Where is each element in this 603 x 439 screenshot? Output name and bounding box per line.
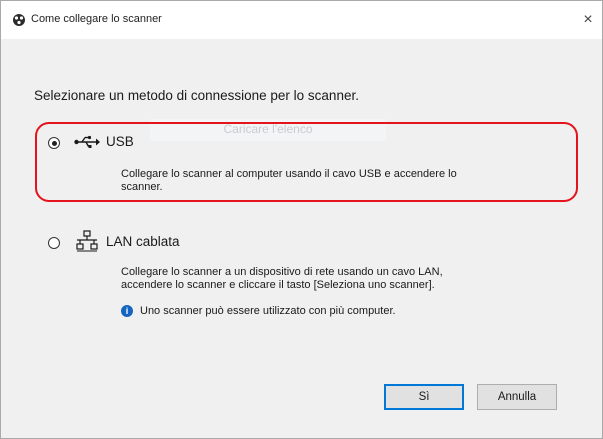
info-icon: i xyxy=(121,305,133,317)
option-lan-desc-line: accendere lo scanner e cliccare il tasto… xyxy=(121,279,435,291)
option-usb-desc-line: scanner. xyxy=(121,181,163,193)
scanner-app-icon xyxy=(13,14,25,26)
title-bar: Come collegare lo scanner × xyxy=(1,1,602,39)
yes-button[interactable]: Sì xyxy=(384,384,464,410)
radio-usb[interactable] xyxy=(48,137,60,149)
cancel-button[interactable]: Annulla xyxy=(477,384,557,410)
close-icon: × xyxy=(583,11,593,28)
option-usb-label: USB xyxy=(106,134,134,149)
option-usb-description: Collegare lo scanner al computer usando … xyxy=(121,168,561,194)
info-text: Uno scanner può essere utilizzato con pi… xyxy=(140,305,396,317)
network-icon xyxy=(76,230,98,252)
radio-lan[interactable] xyxy=(48,237,60,249)
option-lan-description: Collegare lo scanner a un dispositivo di… xyxy=(121,266,561,292)
instruction-text: Selezionare un metodo di connessione per… xyxy=(34,88,359,103)
option-usb-desc-line: Collegare lo scanner al computer usando … xyxy=(121,168,457,180)
usb-icon xyxy=(74,135,100,148)
option-lan-desc-line: Collegare lo scanner a un dispositivo di… xyxy=(121,266,443,278)
dialog-window: Come collegare lo scanner × xyxy=(0,0,603,439)
window-title: Come collegare lo scanner xyxy=(31,13,162,25)
close-button[interactable]: × xyxy=(574,1,602,39)
option-lan-label: LAN cablata xyxy=(106,234,180,249)
